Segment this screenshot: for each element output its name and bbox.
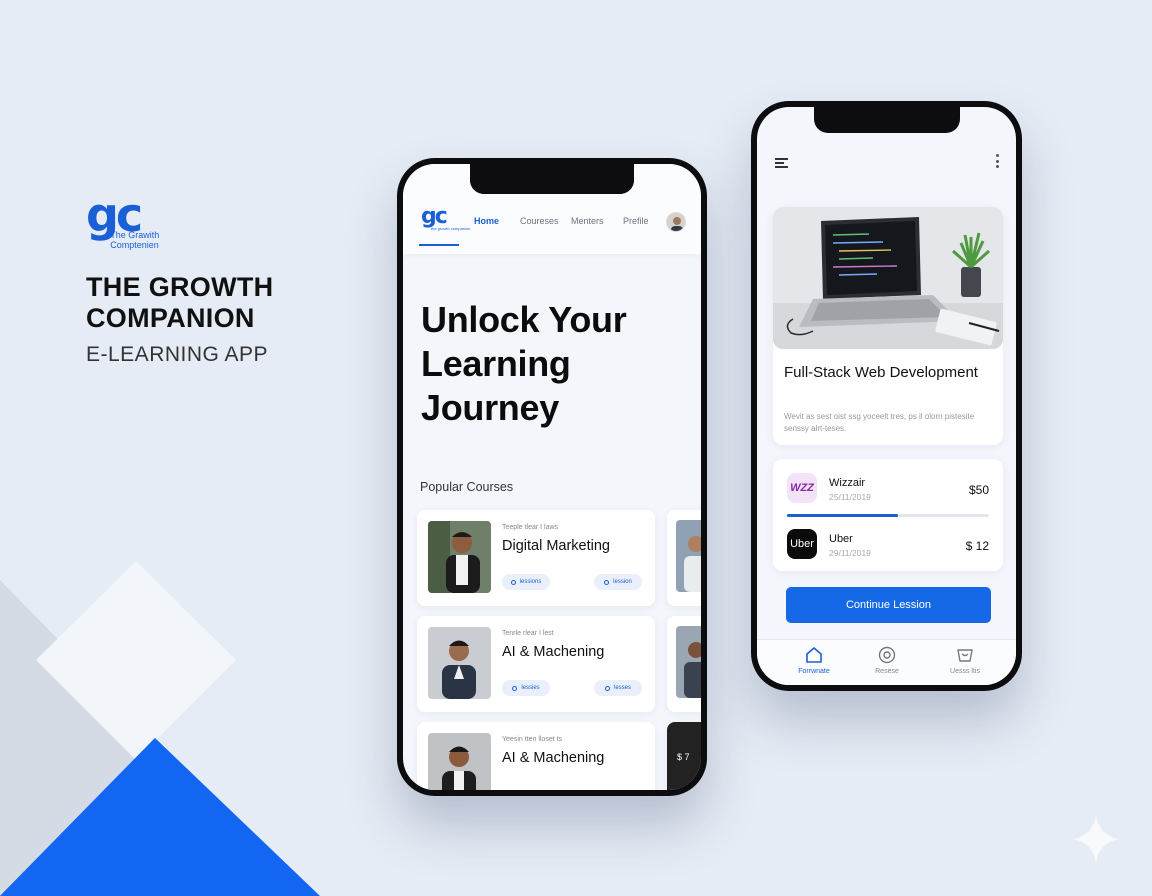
phone2-notch xyxy=(813,107,960,133)
course-thumbnail xyxy=(428,627,491,699)
circle-icon xyxy=(604,685,610,691)
brand-logo: gc The Grawith Comptenien xyxy=(86,192,326,250)
home-icon xyxy=(806,647,822,663)
payment-date: 29/11/2019 xyxy=(829,548,871,558)
course-chip[interactable]: lession xyxy=(594,574,642,590)
payment-name: Wizzair xyxy=(829,477,866,489)
nav-profile[interactable]: Prefile xyxy=(623,216,649,226)
course-chip[interactable]: lessions xyxy=(502,574,550,590)
brand-subtitle: E-LEARNING APP xyxy=(86,343,269,366)
course-title: Digital Marketing xyxy=(502,538,610,554)
payment-row-uber[interactable]: Uber Uber 29/11/2019 $ 12 xyxy=(773,525,1003,565)
hamburger-icon[interactable] xyxy=(775,158,788,170)
course-meta: Tenrle rlear I lest xyxy=(502,630,554,637)
more-vertical-icon[interactable] xyxy=(996,154,1000,171)
course-thumbnail xyxy=(676,626,701,698)
chip-label: lession xyxy=(613,579,632,585)
nav-home[interactable]: Home xyxy=(474,216,499,226)
circle-icon xyxy=(510,579,516,585)
course-card-partial[interactable]: $ 7 xyxy=(667,722,701,790)
payment-amount: $50 xyxy=(968,483,989,497)
course-title: AI & Machening xyxy=(502,644,605,660)
course-meta: Teeple tlear I laws xyxy=(502,524,559,531)
side-card-badge: $ 7 xyxy=(677,752,690,762)
course-meta: Yeesin tten lloset ts xyxy=(502,736,563,743)
continue-lesson-button[interactable]: Continue Lession xyxy=(786,587,991,623)
course-title: Full-Stack Web Development xyxy=(784,364,978,381)
payment-list: WZZ Wizzair 25/11/2019 $50 Uber Uber 29/… xyxy=(773,459,1003,571)
brand-block: gc The Grawith Comptenien THE GROWTH COM… xyxy=(86,192,326,368)
course-card-ai-machine-learning[interactable]: Tenrle rlear I lest AI & Machening lessi… xyxy=(417,616,655,712)
progress-fill xyxy=(787,514,899,517)
course-card-ai-machine-learning-2[interactable]: Yeesin tten lloset ts AI & Machening xyxy=(417,722,655,790)
course-image-laptop xyxy=(773,207,1003,349)
course-detail-card[interactable]: Full-Stack Web Development Wevit as sest… xyxy=(773,207,1003,445)
phone2-screen: Full-Stack Web Development Wevit as sest… xyxy=(757,107,1016,685)
course-chip[interactable]: lesses xyxy=(594,680,642,696)
app-logo[interactable]: gc xyxy=(421,206,448,228)
chip-label: lessies xyxy=(521,685,540,691)
nav-courses[interactable]: Coureses xyxy=(520,216,559,226)
payment-name: Uber xyxy=(829,533,853,545)
progress-bar xyxy=(787,514,989,517)
tab-label: Resese xyxy=(875,668,899,675)
tab-users[interactable]: Uesss ltis xyxy=(935,646,995,675)
course-chip[interactable]: lessies xyxy=(502,680,550,696)
payment-date: 25/11/2019 xyxy=(829,492,871,502)
bottom-tab-bar: Forrwnate Resese Uesss ltis xyxy=(757,639,1016,685)
wizzair-logo: WZZ xyxy=(787,473,817,503)
tab-resources[interactable]: Resese xyxy=(857,646,917,675)
user-avatar[interactable] xyxy=(666,212,686,232)
phone-course-detail: Full-Stack Web Development Wevit as sest… xyxy=(751,101,1022,691)
phone1-screen: gc the growth companion Home Coureses Me… xyxy=(403,164,701,790)
course-card-partial[interactable] xyxy=(667,510,701,606)
payment-row-wizzair[interactable]: WZZ Wizzair 25/11/2019 $50 xyxy=(773,469,1003,509)
phone1-notch-cutout xyxy=(470,164,634,194)
brand-logo-subtitle: The Grawith Comptenien xyxy=(110,230,160,250)
course-card-digital-marketing[interactable]: Teeple tlear I laws Digital Marketing le… xyxy=(417,510,655,606)
circle-icon xyxy=(604,579,610,585)
nav-mentors[interactable]: Menters xyxy=(571,216,604,226)
course-thumbnail xyxy=(428,733,491,790)
bag-icon xyxy=(957,649,973,662)
tab-label: Uesss ltis xyxy=(950,668,980,675)
course-card-partial[interactable] xyxy=(667,616,701,712)
payment-amount: $ 12 xyxy=(965,539,989,553)
phone-home-screen: gc the growth companion Home Coureses Me… xyxy=(397,158,707,796)
uber-logo: Uber xyxy=(787,529,817,559)
course-title: AI & Machening xyxy=(502,750,605,766)
nav-active-indicator xyxy=(419,244,459,246)
hero-title: Unlock Your Learning Journey xyxy=(421,299,627,428)
tab-home[interactable]: Forrwnate xyxy=(784,646,844,675)
target-icon xyxy=(878,646,896,664)
course-thumbnail xyxy=(676,520,701,592)
brand-title: THE GROWTH COMPANION xyxy=(86,272,274,333)
course-description: Wevit as sest oist ssg yoceelt tres, ps … xyxy=(784,412,975,433)
circle-icon xyxy=(512,685,518,691)
chip-label: lessions xyxy=(519,579,542,585)
sparkle-icon xyxy=(1072,815,1120,863)
course-thumbnail xyxy=(428,521,491,593)
tab-label: Forrwnate xyxy=(798,668,830,675)
section-title-popular-courses: Popular Courses xyxy=(420,480,514,494)
app-logo-subtitle: the growth companion xyxy=(431,226,471,231)
chip-label: lesses xyxy=(613,685,631,691)
